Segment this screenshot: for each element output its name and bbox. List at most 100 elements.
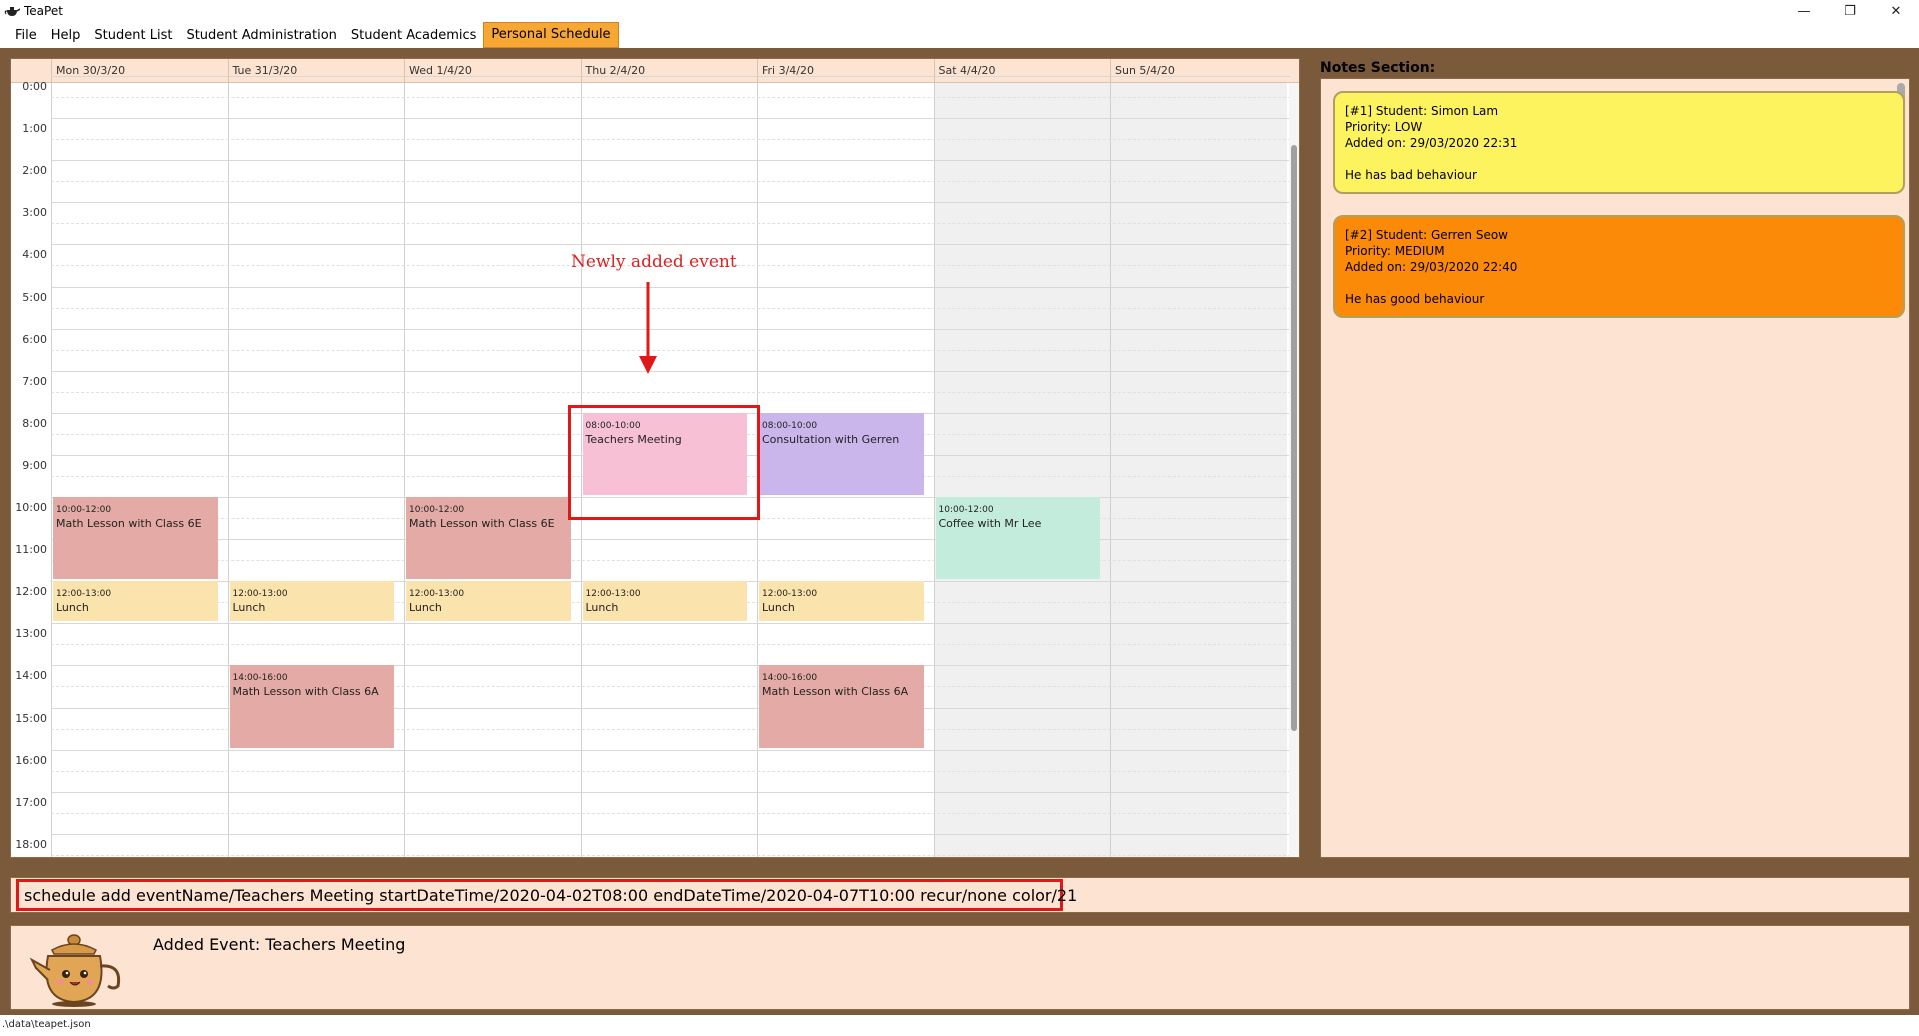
time-label: 18:00 bbox=[15, 837, 47, 851]
event-name: Math Lesson with Class 6A bbox=[232, 685, 379, 699]
hour-gridline bbox=[51, 833, 1291, 835]
annotation-label: Newly added event bbox=[571, 252, 737, 272]
hour-gridline bbox=[51, 118, 1291, 120]
day-column[interactable] bbox=[404, 83, 581, 857]
calendar-event[interactable]: 10:00-12:00 Coffee with Mr Lee bbox=[935, 497, 1100, 580]
calendar-header: Mon 30/3/20 Tue 31/3/20 Wed 1/4/20 Thu 2/4/… bbox=[11, 59, 1299, 83]
time-label: 8:00 bbox=[22, 416, 47, 430]
menu-help[interactable]: Help bbox=[44, 24, 88, 48]
event-time: 14:00-16:00 bbox=[762, 673, 818, 684]
event-time: 10:00-12:00 bbox=[938, 505, 994, 515]
time-label: 16:00 bbox=[15, 753, 47, 767]
event-name: Lunch bbox=[585, 601, 619, 615]
note-added-date: Added on: 29/03/2020 22:31 bbox=[1345, 136, 1518, 150]
day-header: Wed 1/4/20 bbox=[404, 59, 581, 83]
menu-file[interactable]: File bbox=[8, 24, 44, 48]
notes-section-title: Notes Section: bbox=[1320, 60, 1436, 76]
note-content: He has bad behaviour bbox=[1345, 168, 1477, 182]
time-label: 3:00 bbox=[22, 206, 47, 220]
calendar-event[interactable]: 10:00-12:00 Math Lesson with Class 6E bbox=[53, 497, 218, 580]
event-time: 14:00-16:00 bbox=[232, 673, 288, 684]
note-card[interactable]: [#1] Student: Simon Lam Priority: LOW Ad… bbox=[1333, 91, 1905, 194]
teapot-mascot-icon bbox=[29, 934, 121, 1007]
calendar-event[interactable]: 08:00-10:00 Consultation with Gerren bbox=[759, 412, 924, 495]
half-hour-gridline bbox=[51, 812, 1291, 814]
hour-gridline bbox=[51, 244, 1291, 246]
event-time: 12:00-13:00 bbox=[409, 589, 465, 600]
menu-personal-schedule[interactable]: Personal Schedule bbox=[483, 22, 619, 48]
event-time: 12:00-13:00 bbox=[56, 589, 112, 600]
event-name: Coffee with Mr Lee bbox=[938, 517, 1042, 530]
event-name: Lunch bbox=[762, 601, 795, 615]
time-label: 14:00 bbox=[15, 669, 47, 683]
day-header: Tue 31/3/20 bbox=[227, 59, 405, 83]
half-hour-gridline bbox=[51, 770, 1291, 772]
half-hour-gridline bbox=[51, 97, 1291, 99]
calendar-event[interactable]: 12:00-13:00 Lunch bbox=[229, 581, 394, 622]
time-label: 1:00 bbox=[22, 122, 47, 136]
day-column[interactable] bbox=[933, 83, 1110, 857]
half-hour-gridline bbox=[51, 139, 1291, 141]
hour-gridline bbox=[51, 76, 1291, 77]
time-label: 9:00 bbox=[22, 458, 47, 472]
hour-gridline bbox=[51, 623, 1291, 625]
new-event-highlight bbox=[568, 405, 760, 520]
half-hour-gridline bbox=[51, 560, 1291, 562]
close-button[interactable]: ✕ bbox=[1873, 0, 1919, 22]
day-header: Mon 30/3/20 bbox=[51, 59, 228, 83]
minimize-button[interactable]: — bbox=[1781, 0, 1827, 22]
status-bar-file-path: .\data\teapet.json bbox=[0, 1015, 1919, 1036]
note-added-date: Added on: 29/03/2020 22:40 bbox=[1345, 260, 1518, 274]
calendar-event[interactable]: 10:00-12:00 Math Lesson with Class 6E bbox=[406, 497, 571, 580]
hour-gridline bbox=[51, 370, 1291, 372]
teapot-app-icon bbox=[4, 7, 20, 16]
event-time: 12:00-13:00 bbox=[585, 589, 641, 600]
time-label: 11:00 bbox=[15, 543, 47, 557]
calendar-event[interactable]: 14:00-16:00 Math Lesson with Class 6A bbox=[759, 665, 924, 748]
event-name: Lunch bbox=[56, 601, 89, 615]
note-header: [#2] Student: Gerren Seow bbox=[1345, 228, 1508, 242]
menu-bar: File Help Student List Student Administr… bbox=[0, 22, 1919, 48]
day-column[interactable] bbox=[1110, 83, 1287, 857]
time-label: 2:00 bbox=[22, 164, 47, 178]
day-header: Sat 4/4/20 bbox=[933, 59, 1111, 83]
calendar-event[interactable]: 12:00-13:00 Lunch bbox=[53, 581, 218, 622]
result-message: Added Event: Teachers Meeting bbox=[153, 935, 406, 954]
calendar-event[interactable]: 12:00-13:00 Lunch bbox=[582, 581, 747, 622]
time-label: 10:00 bbox=[15, 501, 47, 514]
time-label: 15:00 bbox=[15, 711, 47, 725]
half-hour-gridline bbox=[51, 644, 1291, 646]
command-input[interactable]: schedule add eventName/Teachers Meeting … bbox=[24, 886, 1077, 905]
menu-student-administration[interactable]: Student Administration bbox=[179, 24, 343, 48]
note-content: He has good behaviour bbox=[1345, 292, 1485, 306]
calendar-scrollbar-thumb[interactable] bbox=[1291, 145, 1297, 731]
hour-gridline bbox=[51, 286, 1291, 288]
note-header: [#1] Student: Simon Lam bbox=[1345, 104, 1499, 118]
note-card[interactable]: [#2] Student: Gerren Seow Priority: MEDI… bbox=[1333, 215, 1905, 318]
event-name: Consultation with Gerren bbox=[762, 432, 900, 446]
time-label: 12:00 bbox=[15, 585, 47, 599]
hour-gridline bbox=[51, 539, 1291, 541]
day-header: Thu 2/4/20 bbox=[580, 59, 758, 83]
hour-gridline bbox=[51, 791, 1291, 793]
calendar-scrollbar[interactable] bbox=[1289, 83, 1299, 857]
restore-button[interactable]: ❐ bbox=[1827, 0, 1873, 22]
time-label: 5:00 bbox=[22, 290, 47, 304]
calendar-event[interactable]: 12:00-13:00 Lunch bbox=[759, 581, 924, 622]
half-hour-gridline bbox=[51, 349, 1291, 351]
half-hour-gridline bbox=[51, 307, 1291, 309]
calendar-event[interactable]: 12:00-13:00 Lunch bbox=[406, 581, 571, 622]
day-header: Sun 5/4/20 bbox=[1110, 59, 1287, 83]
event-name: Math Lesson with Class 6E bbox=[409, 517, 555, 530]
hour-gridline bbox=[51, 202, 1291, 204]
menu-student-academics[interactable]: Student Academics bbox=[344, 24, 484, 48]
calendar-event[interactable]: 14:00-16:00 Math Lesson with Class 6A bbox=[229, 665, 394, 748]
day-column[interactable] bbox=[51, 83, 228, 857]
half-hour-gridline bbox=[51, 854, 1291, 856]
event-name: Math Lesson with Class 6A bbox=[762, 685, 909, 699]
event-name: Lunch bbox=[409, 601, 442, 615]
event-time: 08:00-10:00 bbox=[762, 420, 818, 431]
menu-student-list[interactable]: Student List bbox=[87, 24, 179, 48]
event-time: 12:00-13:00 bbox=[762, 589, 818, 600]
half-hour-gridline bbox=[51, 223, 1291, 225]
